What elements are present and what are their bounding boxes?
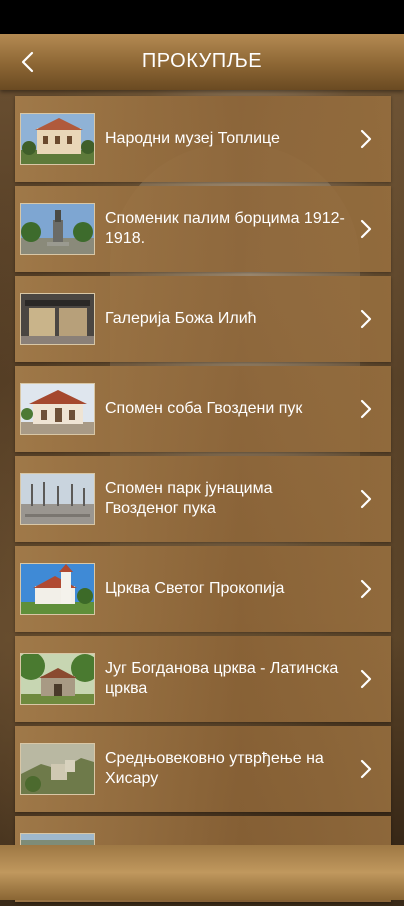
chevron-right-icon <box>360 309 372 329</box>
bottom-bar <box>0 845 404 900</box>
list-item-label: Средњовековно утврђење на Хисару <box>105 750 324 787</box>
list-item[interactable]: Галерија Божа Илић <box>15 276 391 362</box>
page-title: ПРОКУПЉЕ <box>141 50 263 72</box>
chevron-right-icon <box>360 399 372 419</box>
list-item[interactable]: Спомен соба Гвоздени пук <box>15 366 391 452</box>
chevron-right-icon <box>360 489 372 509</box>
list-item-label: Народни музеј Топлице <box>105 130 280 147</box>
places-list: Народни музеј Топлице Споменик палим бор… <box>15 96 391 906</box>
list-item[interactable]: Југ Богданова црква - Латинска црква <box>15 636 391 722</box>
list-item-label: Споменик палим борцима 1912-1918. <box>105 210 345 247</box>
list-item-label: Црква Светог Прокопија <box>105 580 285 597</box>
memorial-room-photo <box>20 383 95 435</box>
status-bar <box>0 0 404 34</box>
latin-church-photo <box>20 653 95 705</box>
list-item-label: Галерија Божа Илић <box>105 310 257 327</box>
list-item[interactable]: Спомен парк јунацима Гвозденог пука <box>15 456 391 542</box>
chevron-right-icon <box>360 669 372 689</box>
list-item[interactable]: Народни музеј Топлице <box>15 96 391 182</box>
monument-photo <box>20 203 95 255</box>
chevron-right-icon <box>360 129 372 149</box>
list-item-label: Спомен парк јунацима Гвозденог пука <box>105 480 273 517</box>
list-item[interactable]: Средњовековно утврђење на Хисару <box>15 726 391 812</box>
chevron-right-icon <box>360 759 372 779</box>
chevron-right-icon <box>360 579 372 599</box>
list-item-label: Југ Богданова црква - Латинска црква <box>105 660 339 697</box>
app-header: ПРОКУПЉЕ <box>0 34 404 90</box>
list-item[interactable]: Споменик палим борцима 1912-1918. <box>15 186 391 272</box>
list-item[interactable]: Црква Светог Прокопија <box>15 546 391 632</box>
memorial-park-photo <box>20 473 95 525</box>
museum-photo <box>20 113 95 165</box>
gallery-photo <box>20 293 95 345</box>
chevron-right-icon <box>360 219 372 239</box>
church-photo <box>20 563 95 615</box>
fortress-photo <box>20 743 95 795</box>
list-item-label: Спомен соба Гвоздени пук <box>105 400 303 417</box>
